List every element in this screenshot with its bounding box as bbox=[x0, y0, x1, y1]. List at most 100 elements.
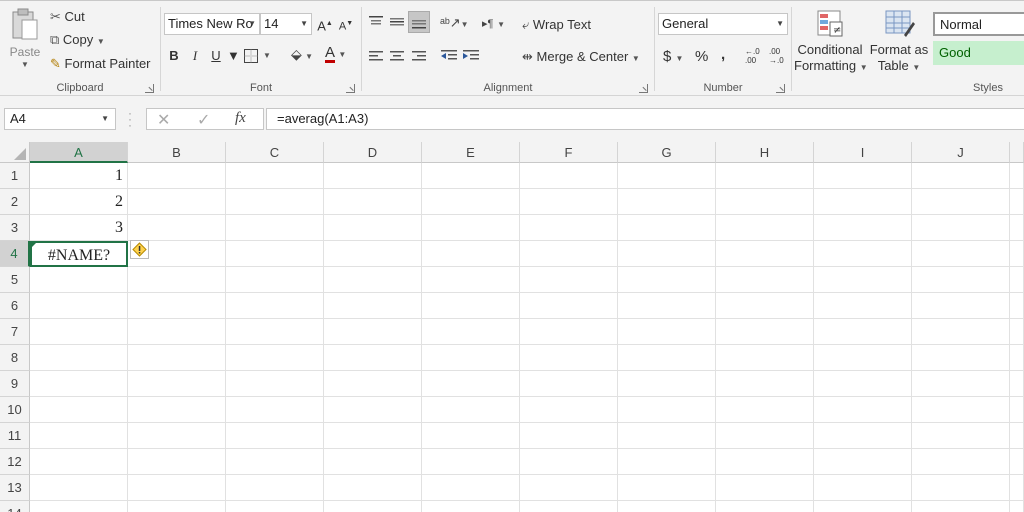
font-size-select[interactable]: 14 ▼ bbox=[260, 13, 312, 35]
font-name-select[interactable]: Times New Ro ▼ bbox=[164, 13, 260, 35]
cell-f4[interactable] bbox=[520, 241, 618, 267]
cell-e14[interactable] bbox=[422, 501, 520, 512]
cell-h3[interactable] bbox=[716, 215, 814, 241]
orientation-button[interactable]: ᵃᵇ↗▼ bbox=[440, 15, 469, 33]
cell-d13[interactable] bbox=[324, 475, 422, 501]
row-header[interactable]: 2 bbox=[0, 189, 30, 215]
name-box[interactable]: A4 ▼ bbox=[4, 108, 116, 130]
cell-i13[interactable] bbox=[814, 475, 912, 501]
cell-e8[interactable] bbox=[422, 345, 520, 371]
cell-h1[interactable] bbox=[716, 163, 814, 189]
align-center-icon[interactable] bbox=[389, 50, 405, 62]
cell-h9[interactable] bbox=[716, 371, 814, 397]
cell-f10[interactable] bbox=[520, 397, 618, 423]
cell-i14[interactable] bbox=[814, 501, 912, 512]
cell-b8[interactable] bbox=[128, 345, 226, 371]
cell-h7[interactable] bbox=[716, 319, 814, 345]
cell-b14[interactable] bbox=[128, 501, 226, 512]
cell-e7[interactable] bbox=[422, 319, 520, 345]
format-as-table-button[interactable]: Format as Table ▼ bbox=[868, 9, 930, 76]
cell-i12[interactable] bbox=[814, 449, 912, 475]
cell-a7[interactable] bbox=[30, 319, 128, 345]
cell-e1[interactable] bbox=[422, 163, 520, 189]
cell-f2[interactable] bbox=[520, 189, 618, 215]
cell-f14[interactable] bbox=[520, 501, 618, 512]
cell-i5[interactable] bbox=[814, 267, 912, 293]
cell-a1[interactable]: 1 bbox=[30, 163, 128, 189]
cell-c12[interactable] bbox=[226, 449, 324, 475]
merge-center-dropdown-icon[interactable]: ▼ bbox=[632, 54, 640, 63]
fill-color-button[interactable]: ⬙ ▼ bbox=[291, 46, 323, 66]
cell-c10[interactable] bbox=[226, 397, 324, 423]
row-header[interactable]: 13 bbox=[0, 475, 30, 501]
number-launcher-icon[interactable] bbox=[776, 84, 785, 93]
comma-button[interactable]: , bbox=[721, 47, 725, 63]
cell-b7[interactable] bbox=[128, 319, 226, 345]
enter-icon[interactable]: ✓ bbox=[197, 110, 210, 130]
cell-j13[interactable] bbox=[912, 475, 1010, 501]
row-header[interactable]: 3 bbox=[0, 215, 30, 241]
cell-c6[interactable] bbox=[226, 293, 324, 319]
cell-e12[interactable] bbox=[422, 449, 520, 475]
cell-e11[interactable] bbox=[422, 423, 520, 449]
cell-b2[interactable] bbox=[128, 189, 226, 215]
cell-a4[interactable]: #NAME? bbox=[30, 241, 128, 267]
cell-a9[interactable] bbox=[30, 371, 128, 397]
cell-e9[interactable] bbox=[422, 371, 520, 397]
cell-f5[interactable] bbox=[520, 267, 618, 293]
cell-a11[interactable] bbox=[30, 423, 128, 449]
cell-f9[interactable] bbox=[520, 371, 618, 397]
cell-i2[interactable] bbox=[814, 189, 912, 215]
cell-g11[interactable] bbox=[618, 423, 716, 449]
row-header[interactable]: 12 bbox=[0, 449, 30, 475]
cell-c1[interactable] bbox=[226, 163, 324, 189]
cell-j8[interactable] bbox=[912, 345, 1010, 371]
cell-i7[interactable] bbox=[814, 319, 912, 345]
cell-g8[interactable] bbox=[618, 345, 716, 371]
cell-d3[interactable] bbox=[324, 215, 422, 241]
font-color-button[interactable]: A ▼ bbox=[325, 45, 357, 67]
cell-b9[interactable] bbox=[128, 371, 226, 397]
cell-h4[interactable] bbox=[716, 241, 814, 267]
cell-f12[interactable] bbox=[520, 449, 618, 475]
cell-j3[interactable] bbox=[912, 215, 1010, 241]
cell-f6[interactable] bbox=[520, 293, 618, 319]
middle-align-icon[interactable] bbox=[389, 15, 405, 29]
cell-a2[interactable]: 2 bbox=[30, 189, 128, 215]
cell-a12[interactable] bbox=[30, 449, 128, 475]
cut-button[interactable]: ✂ Cut bbox=[50, 9, 85, 25]
cell-c14[interactable] bbox=[226, 501, 324, 512]
cell-c9[interactable] bbox=[226, 371, 324, 397]
cell-j1[interactable] bbox=[912, 163, 1010, 189]
column-header[interactable]: E bbox=[422, 142, 520, 163]
cell-g9[interactable] bbox=[618, 371, 716, 397]
clipboard-launcher-icon[interactable] bbox=[145, 84, 154, 93]
cell-d9[interactable] bbox=[324, 371, 422, 397]
number-format-select[interactable]: General ▼ bbox=[658, 13, 788, 35]
column-header[interactable]: F bbox=[520, 142, 618, 163]
grow-font-button[interactable]: A▲ bbox=[316, 13, 334, 35]
column-header[interactable]: I bbox=[814, 142, 912, 163]
column-header[interactable]: D bbox=[324, 142, 422, 163]
cell-e4[interactable] bbox=[422, 241, 520, 267]
shrink-font-button[interactable]: A▼ bbox=[337, 13, 355, 35]
merge-center-button[interactable]: ⇹ Merge & Center ▼ bbox=[522, 49, 640, 67]
cell-a5[interactable] bbox=[30, 267, 128, 293]
decrease-decimal-icon[interactable]: .00 →.0 bbox=[769, 47, 784, 65]
cell-b1[interactable] bbox=[128, 163, 226, 189]
cell-a10[interactable] bbox=[30, 397, 128, 423]
cell-g12[interactable] bbox=[618, 449, 716, 475]
cell-h12[interactable] bbox=[716, 449, 814, 475]
cell-e5[interactable] bbox=[422, 267, 520, 293]
cell-d2[interactable] bbox=[324, 189, 422, 215]
cell-j9[interactable] bbox=[912, 371, 1010, 397]
style-normal[interactable]: Normal bbox=[933, 12, 1024, 36]
cell-g2[interactable] bbox=[618, 189, 716, 215]
cell-a6[interactable] bbox=[30, 293, 128, 319]
cell-f8[interactable] bbox=[520, 345, 618, 371]
cell-b6[interactable] bbox=[128, 293, 226, 319]
italic-button[interactable]: I bbox=[186, 45, 204, 67]
cell-d1[interactable] bbox=[324, 163, 422, 189]
row-header[interactable]: 11 bbox=[0, 423, 30, 449]
cell-c8[interactable] bbox=[226, 345, 324, 371]
